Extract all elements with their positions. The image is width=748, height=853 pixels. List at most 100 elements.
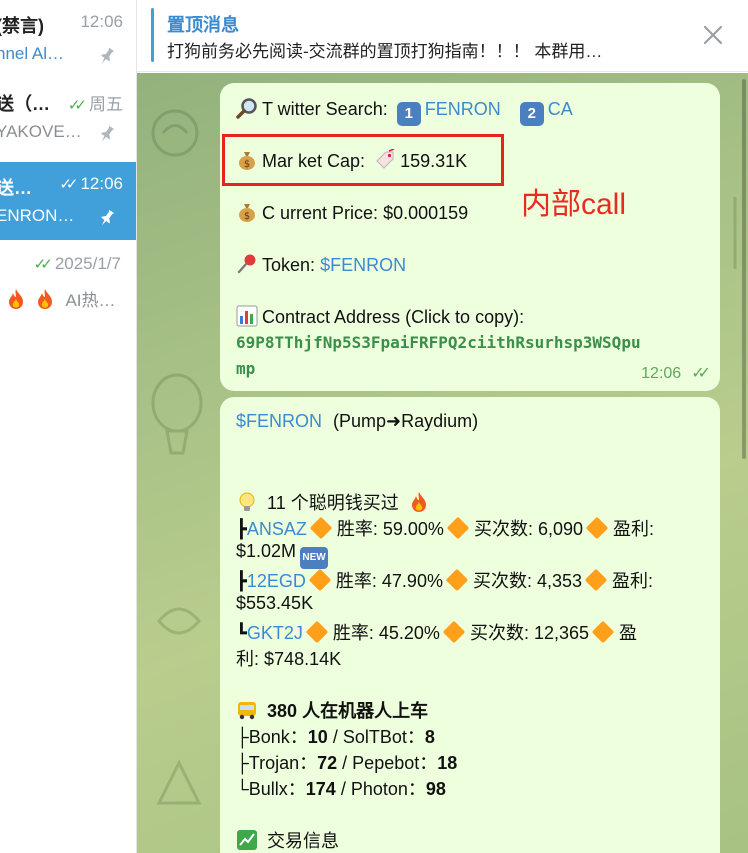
diamond-icon bbox=[309, 516, 333, 540]
pinned-message-bar[interactable]: 置顶消息 打狗前务必先阅读-交流群的置顶打狗指南！！！ 本群用… bbox=[137, 0, 748, 72]
wallpaper-doodle bbox=[151, 373, 203, 455]
tree-prefix: ├ bbox=[236, 753, 249, 773]
search-link-ca[interactable]: CA bbox=[548, 99, 573, 119]
fire-icon bbox=[411, 492, 426, 512]
diamond-icon bbox=[305, 620, 329, 644]
winrate-value: 45.20% bbox=[378, 623, 440, 643]
trade-info-title: 交易信息 bbox=[267, 831, 340, 851]
pinned-title: 置顶消息 bbox=[167, 15, 239, 35]
chat-area: T witter Search: 1 FENRON 2 CA $ Mar ket Ca… bbox=[137, 73, 748, 853]
wallpaper-doodle bbox=[157, 607, 201, 635]
bot-count: 174 bbox=[305, 779, 336, 799]
bot-count: 8 bbox=[424, 727, 435, 747]
chat-item[interactable]: 送（… ✓✓ 周五 YAKOVE… bbox=[0, 78, 136, 156]
new-badge-icon: NEW bbox=[300, 547, 329, 569]
diamond-icon bbox=[591, 620, 615, 644]
diamond-icon bbox=[584, 568, 608, 592]
pin-icon bbox=[101, 209, 115, 226]
token-link[interactable]: $FENRON bbox=[236, 411, 322, 431]
chat-item[interactable]: ✓✓ 2025/1/7 AI热… bbox=[0, 242, 136, 320]
smart-money-title: 11 个聪明钱买过 bbox=[236, 489, 434, 515]
wallet-row: ┣ANSAZ 胜率: 59.00% 买次数: 6,090 盈利: bbox=[236, 515, 654, 541]
pinned-accent-line bbox=[151, 8, 154, 62]
message-bubble[interactable]: $FENRON (Pump➜Raydium) 11 个聪明钱买过 ┣ANSAZ 胜… bbox=[220, 397, 720, 853]
keycap-1-icon: 1 bbox=[396, 102, 421, 126]
scrollbar[interactable] bbox=[742, 79, 746, 459]
highlight-box bbox=[222, 134, 504, 186]
wallet-link[interactable]: GKT2J bbox=[247, 623, 303, 643]
chat-name: (禁言) bbox=[0, 16, 44, 36]
pushpin-icon bbox=[237, 254, 256, 274]
chat-item-active[interactable]: 送… ✓✓12:06 ENRON… bbox=[0, 162, 136, 240]
chat-item[interactable]: (禁言) 12:06 nnel Al… bbox=[0, 0, 136, 78]
wallet-row-cont: $1.02M NEW bbox=[236, 541, 329, 569]
close-icon[interactable] bbox=[700, 22, 726, 48]
wallet-row-cont: 利: $748.14K bbox=[236, 645, 341, 671]
buys-value: 4,353 bbox=[537, 571, 583, 591]
diamond-icon bbox=[308, 568, 332, 592]
bot-count: 98 bbox=[425, 779, 446, 799]
bots-count: 380 bbox=[267, 701, 298, 721]
search-link-fenron[interactable]: FENRON bbox=[425, 99, 501, 119]
tree-prefix: ┣ bbox=[236, 571, 247, 591]
chat-list: (禁言) 12:06 nnel Al… 送（… ✓✓周五 YAKOVE… 送… … bbox=[0, 0, 137, 853]
wallet-link[interactable]: 12EGD bbox=[247, 571, 306, 591]
diamond-icon bbox=[585, 516, 609, 540]
contract-address-cont[interactable]: mp bbox=[236, 359, 255, 378]
chat-time: 12:06 bbox=[80, 174, 123, 193]
fire-icon bbox=[37, 289, 52, 309]
buys-value: 12,365 bbox=[533, 623, 590, 643]
tree-prefix: ┣ bbox=[236, 519, 247, 539]
smart-money-text: 11 个聪明钱买过 bbox=[267, 493, 399, 513]
token-link[interactable]: $FENRON bbox=[320, 255, 406, 275]
profit-value: $553.45K bbox=[236, 593, 314, 613]
wallet-row: ┗GKT2J 胜率: 45.20% 买次数: 12,365 盈 bbox=[236, 619, 637, 645]
winrate-value: 59.00% bbox=[382, 519, 444, 539]
diamond-icon bbox=[445, 568, 469, 592]
token-route-line: $FENRON (Pump➜Raydium) bbox=[236, 411, 478, 432]
wallet-link[interactable]: ANSAZ bbox=[247, 519, 307, 539]
keycap-2-icon: 2 bbox=[519, 102, 544, 126]
bot-count: 18 bbox=[437, 753, 458, 773]
price-value: $0.000159 bbox=[383, 203, 469, 223]
double-check-icon: ✓✓ bbox=[33, 256, 53, 273]
trade-info-line: 交易信息 bbox=[236, 827, 339, 853]
buys-label: 买次数: bbox=[472, 571, 532, 591]
diamond-icon bbox=[442, 620, 466, 644]
wallet-row: ┣12EGD 胜率: 47.90% 买次数: 4,353 盈利: bbox=[236, 567, 653, 593]
diamond-icon bbox=[446, 516, 470, 540]
token-line: Token: $FENRON bbox=[236, 253, 406, 276]
wallet-row-cont: $553.45K bbox=[236, 593, 313, 614]
profit-label: 利: bbox=[236, 649, 260, 669]
annotation-label: 内部call bbox=[521, 188, 627, 221]
bot-name: SolTBot bbox=[342, 727, 407, 747]
bot-row: ├Trojan：72 / Pepebot：18 bbox=[236, 753, 458, 773]
chat-preview: ENRON… bbox=[0, 206, 75, 225]
profit-label: 盈利: bbox=[613, 519, 655, 539]
fire-icon bbox=[9, 289, 23, 309]
chat-time: 2025/1/7 bbox=[54, 254, 121, 273]
message-bubble[interactable]: T witter Search: 1 FENRON 2 CA $ Mar ket Ca… bbox=[220, 83, 720, 391]
bar-chart-icon bbox=[236, 305, 258, 327]
winrate-label: 胜率: bbox=[336, 519, 378, 539]
search-label: T witter Search: bbox=[262, 99, 388, 119]
chat-name: 送（… bbox=[0, 94, 50, 114]
chat-time: 12:06 bbox=[80, 12, 123, 31]
bot-row: └Bullx：174 / Photon：98 bbox=[236, 779, 446, 799]
bots-title-line: 380 人在机器人上车 bbox=[236, 697, 428, 723]
chat-preview: YAKOVE… bbox=[0, 122, 82, 141]
wallpaper-doodle bbox=[156, 759, 202, 805]
magnifier-icon bbox=[236, 98, 257, 119]
chat-preview: AI热… bbox=[65, 291, 116, 310]
bot-count: 72 bbox=[317, 753, 338, 773]
winrate-label: 胜率: bbox=[335, 571, 377, 591]
buys-label: 买次数: bbox=[469, 623, 529, 643]
buys-value: 6,090 bbox=[537, 519, 584, 539]
bot-name: Pepebot bbox=[352, 753, 420, 773]
bus-icon bbox=[238, 702, 256, 720]
double-check-icon: ✓✓ bbox=[59, 176, 78, 193]
contract-address[interactable]: 69P8TThjfNp5S3FpaiFRFPQ2ciithRsurhsp3WSQ… bbox=[236, 333, 641, 352]
profit-value: $1.02M bbox=[236, 541, 297, 561]
bots-title: 人在机器人上车 bbox=[302, 701, 429, 721]
winrate-value: 47.90% bbox=[381, 571, 443, 591]
